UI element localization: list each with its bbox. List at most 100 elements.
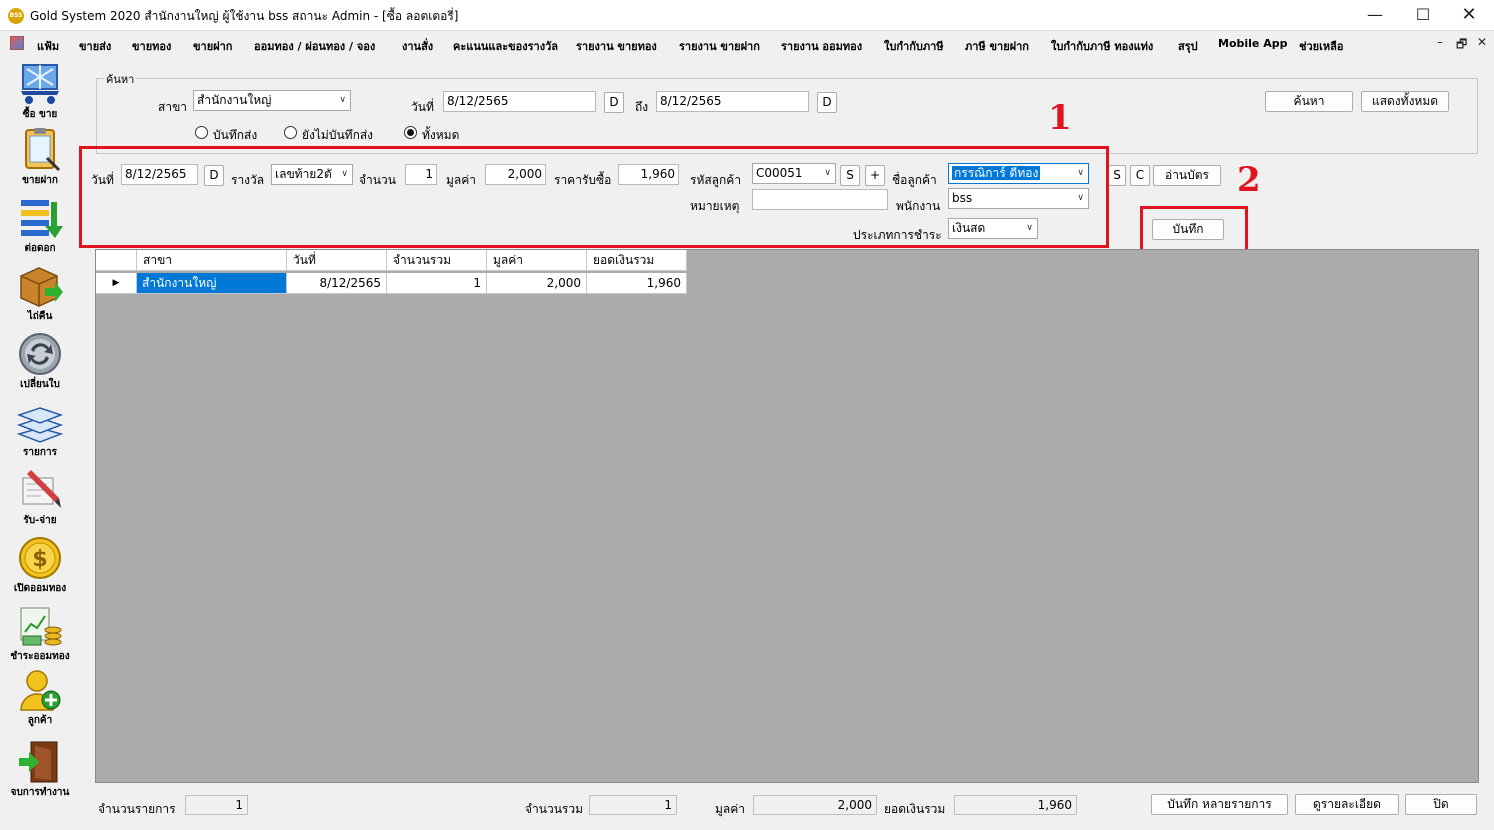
menu-mobile-app[interactable]: Mobile App <box>1218 37 1287 50</box>
annotation-box-1 <box>79 146 1109 248</box>
tool-exit[interactable]: จบการทำงาน <box>4 740 76 800</box>
table-cell-total[interactable]: 1,960 <box>587 273 687 294</box>
money-icon <box>20 607 62 646</box>
clipboard-icon <box>25 128 61 172</box>
app-logo-icon: BSS <box>8 8 24 24</box>
tool-open-savings[interactable]: $ เปิดออมทอง <box>4 536 76 596</box>
tool-label: ลูกค้า <box>27 715 53 726</box>
grid-header-qty[interactable]: จำนวนรวม <box>387 250 487 271</box>
document-menu-icon[interactable] <box>10 36 24 50</box>
data-grid <box>95 249 1479 783</box>
grid-header-date[interactable]: วันที่ <box>287 250 387 271</box>
radio-all-label: ทั้งหมด <box>422 128 460 142</box>
tool-label: เปลี่ยนใบ <box>20 379 60 390</box>
exit-icon <box>19 741 58 783</box>
menu-orders[interactable]: งานสั่ง <box>402 37 433 55</box>
menu-savings[interactable]: ออมทอง / ผ่อนทอง / จอง <box>254 37 375 55</box>
tool-buy-sell[interactable]: ซื้อ ขาย <box>4 62 76 122</box>
view-details-button[interactable]: ดูรายละเอียด <box>1295 794 1399 815</box>
layers-icon <box>17 407 63 443</box>
footer-count-value: 1 <box>185 795 248 815</box>
search-date-to-input[interactable]: 8/12/2565 <box>656 91 809 112</box>
maximize-button[interactable]: ☐ <box>1400 0 1446 31</box>
menu-tax-pawn[interactable]: ภาษี ขายฝาก <box>965 37 1029 55</box>
menu-help[interactable]: ช่วยเหลือ <box>1299 37 1343 55</box>
footer-value-label: มูลค่า <box>715 802 746 816</box>
annotation-number-2: 2 <box>1237 160 1261 200</box>
tool-label: ต่อดอก <box>24 243 56 254</box>
refresh-icon <box>19 333 61 375</box>
tool-list[interactable]: รายการ <box>4 400 76 460</box>
branch-select-value: สำนักงานใหญ่ <box>197 93 272 107</box>
cart-icon <box>21 64 59 104</box>
footer-qty-value: 1 <box>589 795 677 815</box>
annotation-box-2 <box>1140 206 1248 254</box>
menu-tax-invoice[interactable]: ใบกำกับภาษี <box>884 37 944 55</box>
window-title: Gold System 2020 สำนักงานใหญ่ ผู้ใช้งาน … <box>30 9 459 23</box>
footer-value-value: 2,000 <box>753 795 877 815</box>
mdi-restore-button[interactable]: 🗗 <box>1456 35 1467 56</box>
search-button[interactable]: ค้นหา <box>1265 91 1353 112</box>
footer-qty-label: จำนวนรวม <box>525 802 584 816</box>
menu-tax-invoice-bar[interactable]: ใบกำกับภาษี ทองแท่ง <box>1051 37 1153 55</box>
show-all-button[interactable]: แสดงทั้งหมด <box>1361 91 1449 112</box>
menu-sell-gold[interactable]: ขายทอง <box>132 37 171 55</box>
save-multiple-button[interactable]: บันทึก หลายรายการ <box>1151 794 1288 815</box>
tool-customer[interactable]: ลูกค้า <box>4 668 76 728</box>
mdi-close-button[interactable]: ✕ <box>1477 35 1487 49</box>
menu-file[interactable]: แฟ้ม <box>37 37 59 55</box>
row-pointer-icon[interactable]: ▶ <box>96 273 137 294</box>
date-from-picker-button[interactable]: D <box>604 92 624 113</box>
tool-extend[interactable]: ต่อดอก <box>4 196 76 256</box>
table-cell-date[interactable]: 8/12/2565 <box>287 273 387 294</box>
radio-saved-label: บันทึกส่ง <box>213 128 258 142</box>
table-cell-qty[interactable]: 1 <box>387 273 487 294</box>
tool-redeem[interactable]: ไถ่คืน <box>4 264 76 324</box>
table-cell-branch[interactable]: สำนักงานใหญ่ <box>137 273 287 294</box>
tool-label: เปิดออมทอง <box>13 583 67 594</box>
branch-label: สาขา <box>158 100 188 114</box>
grid-header-branch[interactable]: สาขา <box>137 250 287 271</box>
tool-label: ชำระออมทอง <box>10 651 70 662</box>
radio-unsaved[interactable] <box>284 126 297 139</box>
minimize-button[interactable]: — <box>1352 0 1398 31</box>
radio-unsaved-label: ยังไม่บันทึกส่ง <box>302 128 374 142</box>
tool-pay-savings[interactable]: ชำระออมทอง <box>4 604 76 664</box>
coin-icon: $ <box>19 537 61 579</box>
tool-pawn[interactable]: ขายฝาก <box>4 128 76 188</box>
date-to-picker-button[interactable]: D <box>817 92 837 113</box>
tool-receive-pay[interactable]: รับ-จ่าย <box>4 468 76 528</box>
mdi-minimize-button[interactable]: – <box>1437 35 1443 49</box>
customer-s-button[interactable]: S <box>1108 165 1126 186</box>
menu-summary[interactable]: สรุป <box>1178 37 1198 55</box>
customer-clear-button[interactable]: C <box>1130 165 1150 186</box>
menu-report-sell-gold[interactable]: รายงาน ขายทอง <box>576 37 657 55</box>
chevron-down-icon: ∨ <box>339 95 346 105</box>
menu-wholesale[interactable]: ขายส่ง <box>79 37 111 55</box>
annotation-number-1: 1 <box>1048 98 1072 138</box>
search-date-from-input[interactable]: 8/12/2565 <box>443 91 596 112</box>
menu-report-savings[interactable]: รายงาน ออมทอง <box>781 37 862 55</box>
grid-header-total[interactable]: ยอดเงินรวม <box>587 250 687 271</box>
radio-all[interactable] <box>404 126 417 139</box>
menu-pawn[interactable]: ขายฝาก <box>193 37 232 55</box>
table-cell-value[interactable]: 2,000 <box>487 273 587 294</box>
tool-label: ขายฝาก <box>22 175 58 186</box>
radio-saved[interactable] <box>195 126 208 139</box>
read-card-button[interactable]: อ่านบัตร <box>1153 165 1221 186</box>
menu-points-rewards[interactable]: คะแนนและของรางวัล <box>453 37 558 55</box>
box-icon <box>20 267 63 307</box>
grid-header-value[interactable]: มูลค่า <box>487 250 587 271</box>
close-button[interactable]: ปิด <box>1405 794 1477 815</box>
close-window-button[interactable]: ✕ <box>1446 0 1492 31</box>
branch-select[interactable]: สำนักงานใหญ่ ∨ <box>193 90 351 111</box>
tool-label: รายการ <box>23 447 57 458</box>
title-bar: BSS Gold System 2020 สำนักงานใหญ่ ผู้ใช้… <box>0 0 1494 31</box>
tool-label: รับ-จ่าย <box>23 515 57 526</box>
footer-total-label: ยอดเงินรวม <box>884 802 946 816</box>
footer-count-label: จำนวนรายการ <box>98 802 176 816</box>
tool-change-ticket[interactable]: เปลี่ยนใบ <box>4 332 76 392</box>
pen-icon <box>22 470 61 508</box>
tool-label: จบการทำงาน <box>10 787 70 798</box>
menu-report-pawn[interactable]: รายงาน ขายฝาก <box>679 37 760 55</box>
